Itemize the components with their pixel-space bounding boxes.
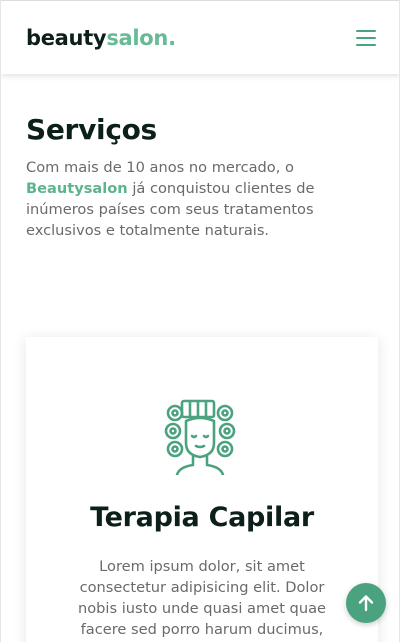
hair-rollers-icon xyxy=(164,399,236,475)
logo-text-dark: beauty xyxy=(26,25,107,50)
header: beautysalon. xyxy=(1,0,399,74)
menu-line xyxy=(356,36,376,39)
menu-line xyxy=(356,29,376,32)
page: beautysalon. Serviços Com mais de 10 ano… xyxy=(0,0,400,642)
back-to-top-button[interactable] xyxy=(346,583,386,623)
card-description: Lorem ipsum dolor, sit amet consectetur … xyxy=(77,558,326,638)
brand-highlight: Beautysalon xyxy=(26,180,128,197)
hamburger-menu-icon[interactable] xyxy=(356,29,376,46)
card-title: Terapia Capilar xyxy=(90,502,314,533)
logo-text-accent: salon. xyxy=(106,25,176,50)
logo[interactable]: beautysalon. xyxy=(26,26,176,50)
arrow-up-icon xyxy=(358,595,374,612)
menu-line xyxy=(356,43,376,46)
section-description: Com mais de 10 anos no mercado, o Beauty… xyxy=(26,157,346,241)
intro-text-start: Com mais de 10 anos no mercado, o xyxy=(26,159,294,176)
service-card: Terapia Capilar Lorem ipsum dolor, sit a… xyxy=(26,337,378,642)
section-title: Serviços xyxy=(26,113,157,146)
